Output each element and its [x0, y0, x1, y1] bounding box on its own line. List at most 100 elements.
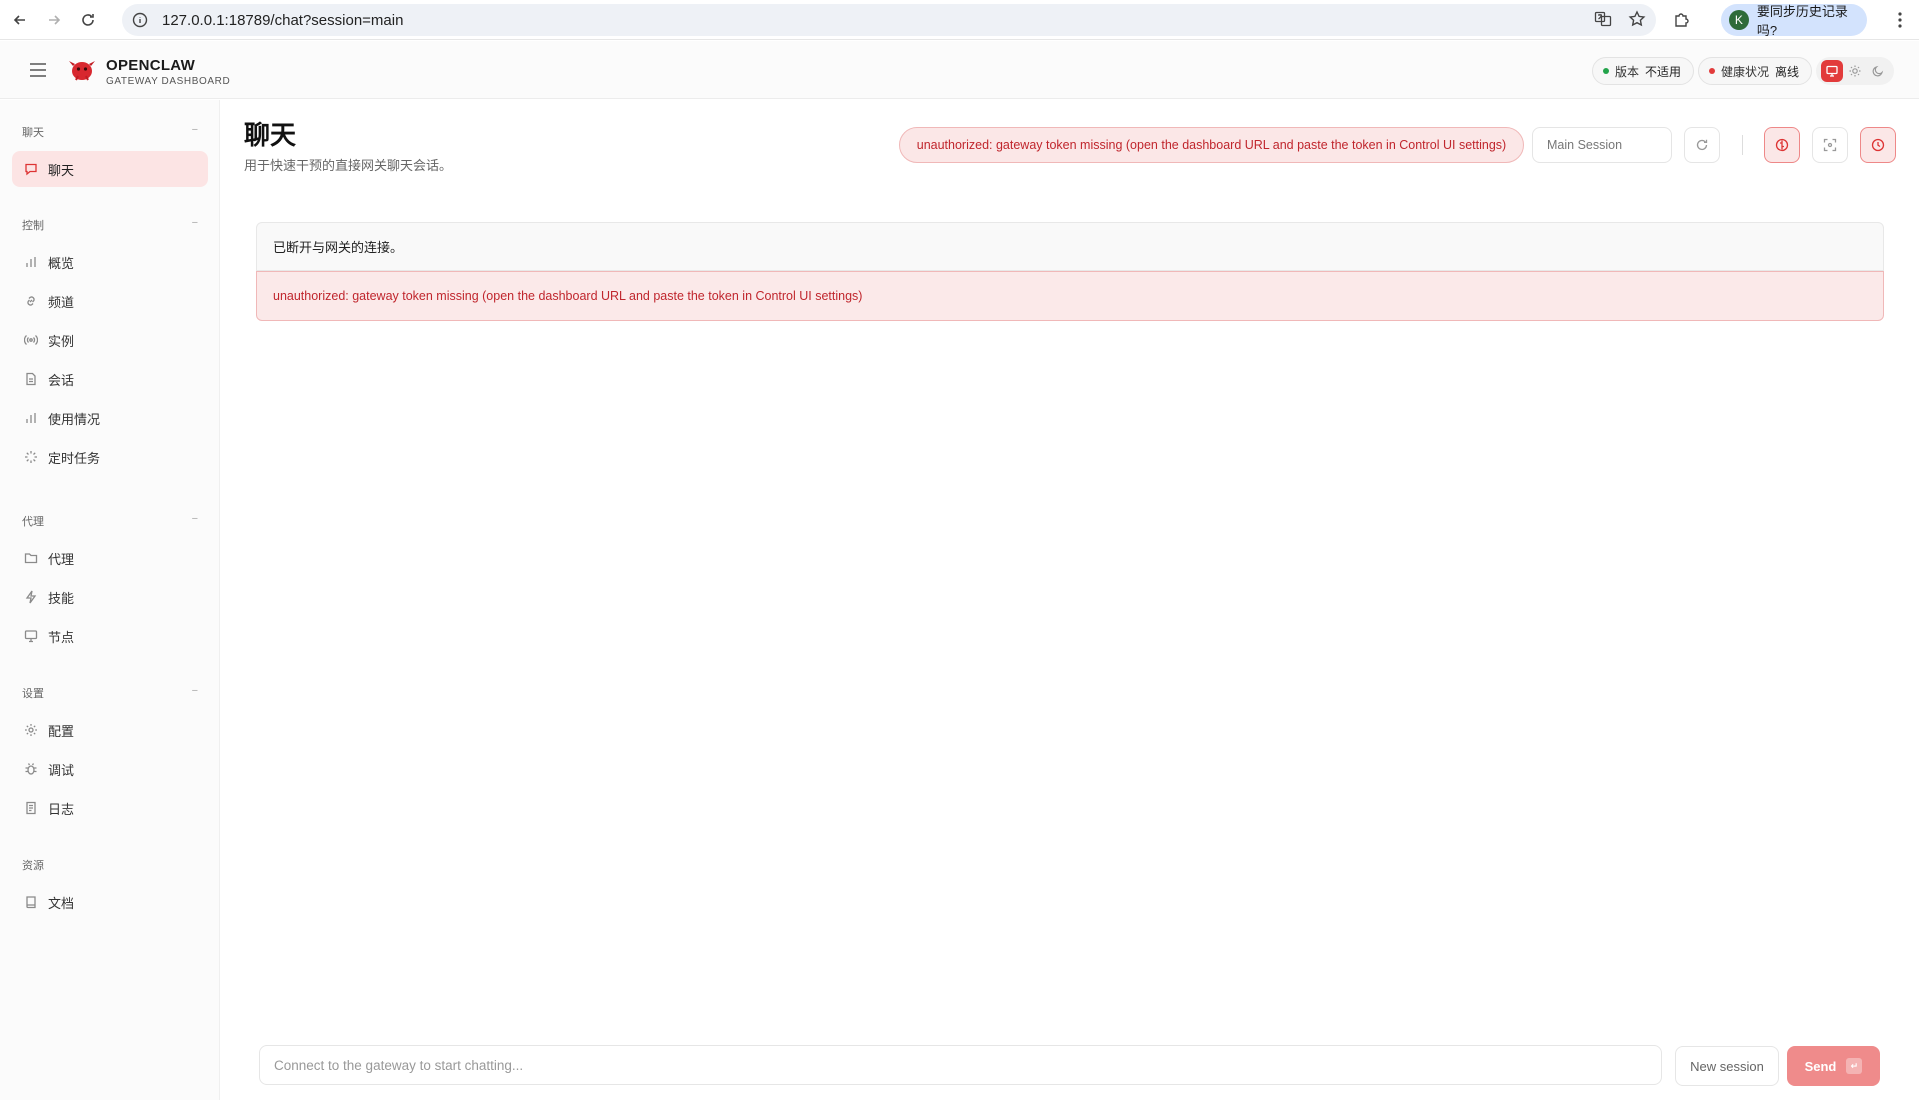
- new-session-button[interactable]: New session: [1675, 1046, 1779, 1086]
- chat-input[interactable]: Connect to the gateway to start chatting…: [259, 1045, 1662, 1085]
- sidebar-item-label: 使用情况: [48, 411, 101, 427]
- sidebar-item-label: 文档: [48, 895, 75, 911]
- site-info-icon[interactable]: [132, 12, 148, 28]
- collapse-icon[interactable]: −: [192, 685, 198, 697]
- section-label: 聊天: [22, 127, 44, 139]
- enter-key-icon: ↵: [1846, 1058, 1863, 1074]
- health-pill: 健康状况 离线: [1698, 57, 1813, 85]
- brand-subtitle: GATEWAY DASHBOARD: [106, 76, 231, 87]
- profile-sync-button[interactable]: K 要同步历史记录吗?: [1721, 4, 1867, 38]
- focus-mode-button[interactable]: [1812, 127, 1848, 163]
- sidebar-item-instances[interactable]: 实例: [12, 322, 208, 358]
- clock-icon: [1871, 138, 1885, 152]
- sidebar-item-skills[interactable]: 技能: [12, 579, 208, 615]
- version-pill: 版本 不适用: [1592, 57, 1695, 85]
- sun-icon[interactable]: [1844, 60, 1866, 82]
- sidebar-item-channels[interactable]: 频道: [12, 283, 208, 319]
- forward-arrow-icon[interactable]: [40, 6, 68, 34]
- section-label: 资源: [22, 860, 44, 872]
- status-dot-ok: [1603, 68, 1609, 74]
- error-banner-pill: unauthorized: gateway token missing (ope…: [899, 127, 1524, 163]
- collapse-icon[interactable]: −: [192, 124, 198, 136]
- reload-icon[interactable]: [74, 6, 102, 34]
- status-message: 已断开与网关的连接。: [256, 222, 1884, 271]
- sidebar-item-sessions[interactable]: 会话: [12, 361, 208, 397]
- sidebar-item-config[interactable]: 配置: [12, 712, 208, 748]
- sidebar-item-label: 定时任务: [48, 450, 101, 466]
- link-icon: [27, 296, 35, 306]
- browser-toolbar: 127.0.0.1:18789/chat?session=main K 要同步历…: [0, 0, 1919, 40]
- log-icon: [26, 801, 36, 815]
- profile-avatar: K: [1729, 10, 1749, 30]
- sidebar-item-usage[interactable]: 使用情况: [12, 400, 208, 436]
- book-icon: [26, 896, 36, 909]
- back-arrow-icon[interactable]: [6, 6, 34, 34]
- brain-icon: [1775, 138, 1789, 152]
- sidebar-item-debug[interactable]: 调试: [12, 751, 208, 787]
- collapse-icon[interactable]: −: [192, 217, 198, 229]
- sidebar-item-label: 频道: [48, 294, 75, 310]
- sidebar-item-label: 实例: [48, 333, 75, 349]
- send-button[interactable]: Send ↵: [1787, 1046, 1880, 1086]
- sidebar-item-nodes[interactable]: 节点: [12, 618, 208, 654]
- section-label: 代理: [22, 516, 44, 528]
- section-label: 控制: [22, 220, 44, 232]
- sidebar-item-label: 节点: [48, 629, 75, 645]
- version-value: 不适用: [1645, 64, 1682, 79]
- health-value: 离线: [1775, 64, 1800, 79]
- refresh-icon: [1696, 139, 1708, 151]
- chat-bubble-icon: [25, 163, 37, 176]
- version-label: 版本: [1615, 64, 1640, 79]
- section-label: 设置: [22, 688, 44, 700]
- sidebar-item-docs[interactable]: 文档: [12, 884, 208, 920]
- browser-menu-icon[interactable]: [1890, 10, 1910, 30]
- menu-toggle-icon[interactable]: [28, 61, 48, 79]
- sidebar-item-label: 聊天: [48, 162, 75, 178]
- sidebar-item-label: 代理: [48, 551, 75, 567]
- session-select[interactable]: Main Session: [1532, 127, 1672, 163]
- sidebar-item-logs[interactable]: 日志: [12, 790, 208, 826]
- section-resources: 资源: [22, 857, 198, 873]
- page-title: 聊天: [244, 120, 297, 150]
- section-control: 控制 −: [22, 217, 198, 233]
- toolbar-divider: [1742, 135, 1743, 155]
- translate-icon[interactable]: [1594, 10, 1612, 28]
- moon-icon[interactable]: [1867, 60, 1889, 82]
- gear-icon: [25, 724, 37, 736]
- brand-title: OPENCLAW: [106, 57, 196, 74]
- history-button[interactable]: [1860, 127, 1896, 163]
- document-icon: [26, 372, 36, 386]
- bug-icon: [25, 763, 37, 775]
- sidebar-item-label: 会话: [48, 372, 75, 388]
- health-label: 健康状况: [1721, 64, 1770, 79]
- sidebar-item-overview[interactable]: 概览: [12, 244, 208, 280]
- loader-icon: [25, 451, 37, 463]
- thinking-toggle-button[interactable]: [1764, 127, 1800, 163]
- monitor-theme-icon[interactable]: [1820, 60, 1843, 82]
- section-settings: 设置 −: [22, 685, 198, 701]
- collapse-icon[interactable]: −: [192, 513, 198, 525]
- bookmark-star-icon[interactable]: [1628, 10, 1646, 28]
- page-subtitle: 用于快速干预的直接网关聊天会话。: [244, 158, 453, 173]
- status-dot-error: [1709, 68, 1715, 74]
- error-message: unauthorized: gateway token missing (ope…: [256, 271, 1884, 321]
- sidebar-item-label: 配置: [48, 723, 75, 739]
- sidebar: 聊天 − 聊天 控制 − 概览 频道 实例 会话 使用情况 定时任务 代理 − …: [0, 100, 220, 1100]
- theme-switcher: [1816, 57, 1894, 85]
- refresh-button[interactable]: [1684, 127, 1720, 163]
- address-bar[interactable]: 127.0.0.1:18789/chat?session=main: [122, 4, 1656, 36]
- sidebar-item-cron[interactable]: 定时任务: [12, 439, 208, 475]
- sidebar-item-chat[interactable]: 聊天: [12, 151, 208, 187]
- sidebar-item-agents[interactable]: 代理: [12, 540, 208, 576]
- send-label: Send: [1804, 1058, 1837, 1074]
- lightning-icon: [25, 590, 37, 604]
- sidebar-item-label: 日志: [48, 801, 75, 817]
- section-chat: 聊天 −: [22, 124, 198, 140]
- app-header: OPENCLAW GATEWAY DASHBOARD 版本 不适用 健康状况 离…: [0, 41, 1919, 99]
- sidebar-item-label: 调试: [48, 762, 75, 778]
- address-url[interactable]: 127.0.0.1:18789/chat?session=main: [162, 12, 403, 29]
- openclaw-logo: [69, 61, 95, 81]
- extensions-icon[interactable]: [1672, 10, 1692, 30]
- bar-chart-icon: [26, 413, 36, 423]
- radio-signal-icon: [24, 335, 38, 345]
